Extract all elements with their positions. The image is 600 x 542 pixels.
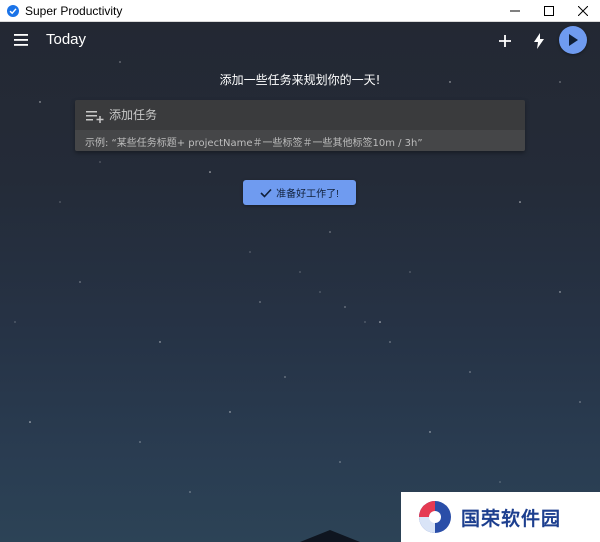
plan-day-headline: 添加一些任务来规划你的一天!	[219, 73, 381, 87]
play-icon[interactable]	[559, 26, 587, 54]
close-icon[interactable]	[566, 0, 600, 22]
page-title: Today	[46, 31, 87, 48]
check-icon	[260, 188, 272, 198]
add-icon[interactable]	[494, 30, 516, 52]
add-task-hint: 示例: “某些任务标题+ projectName＃一些标签＃一些其他标签10m …	[85, 138, 423, 149]
lightning-icon[interactable]	[528, 30, 550, 52]
globe-logo-icon	[419, 501, 451, 533]
add-task-input[interactable]	[109, 105, 509, 125]
watermark-text: 国荣软件园	[461, 507, 562, 530]
add-task-hint-row: 示例: “某些任务标题+ projectName＃一些标签＃一些其他标签10m …	[75, 130, 525, 151]
main-toolbar: Today	[0, 22, 600, 58]
playlist-add-icon	[86, 108, 104, 123]
maximize-icon[interactable]	[532, 0, 566, 22]
ready-to-work-button[interactable]: 准备好工作了!	[243, 180, 356, 205]
add-task-row	[75, 100, 525, 130]
app-check-icon	[7, 4, 19, 17]
ready-button-label: 准备好工作了!	[276, 189, 339, 200]
add-task-card: 示例: “某些任务标题+ projectName＃一些标签＃一些其他标签10m …	[75, 100, 525, 151]
watermark: 国荣软件园	[401, 492, 600, 542]
window-title: Super Productivity	[25, 3, 123, 18]
window-titlebar: Super Productivity	[0, 0, 600, 22]
menu-icon[interactable]	[14, 30, 36, 50]
mountain-silhouette	[300, 530, 360, 542]
minimize-icon[interactable]	[498, 0, 532, 22]
window-controls	[498, 0, 600, 22]
